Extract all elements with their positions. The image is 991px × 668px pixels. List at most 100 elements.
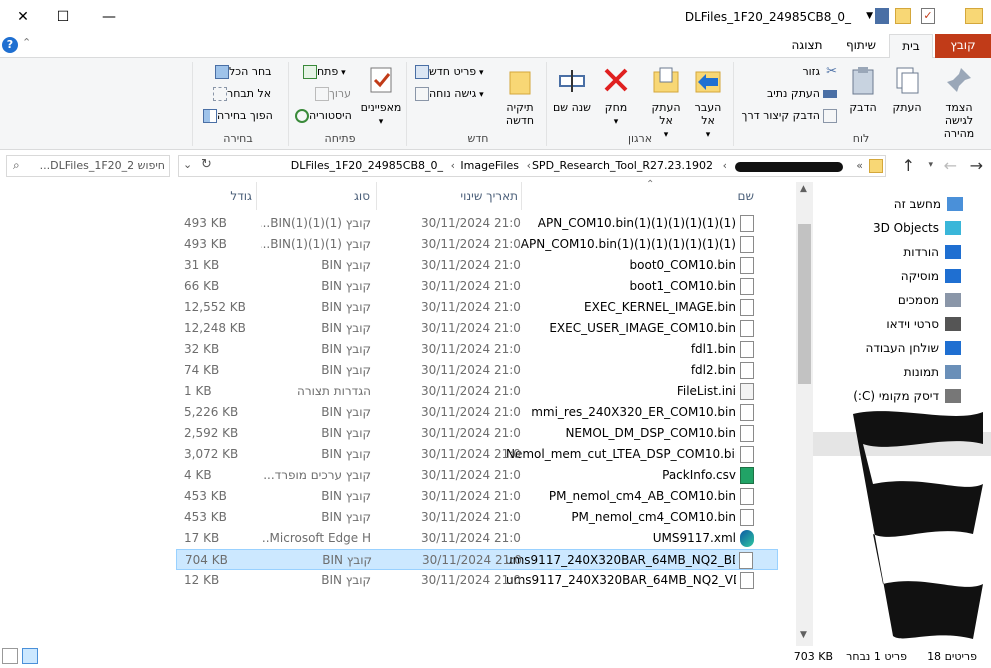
rename-button[interactable]: שנה שם	[552, 64, 592, 114]
copy-to-button[interactable]: העתק אל ▾	[646, 64, 686, 142]
cut-button[interactable]: ✂ גזור	[802, 62, 837, 82]
copy-button[interactable]: העתק	[887, 64, 927, 114]
file-row[interactable]: fdl1.bin 30/11/2024 21:07 קובץ BIN 32 KB	[176, 339, 778, 360]
up-arrow-icon[interactable]: ↑	[902, 156, 915, 175]
column-header-type[interactable]: סוג	[316, 182, 370, 210]
history-button[interactable]: היסטוריה	[292, 106, 352, 126]
new-group-label: חדש	[467, 132, 489, 145]
redaction-scribble	[853, 411, 983, 639]
column-header-size[interactable]: גודל	[206, 182, 252, 210]
scroll-down-icon[interactable]: ▼	[800, 630, 807, 640]
new-folder-button[interactable]: תיקיה חדשה	[498, 64, 542, 127]
file-row[interactable]: ums9117_240X320BAR_64MB_NQ2_VD_S...30/11…	[176, 570, 778, 591]
nav-item[interactable]: מסמכים	[898, 289, 961, 311]
file-date: 30/11/2024 21:07	[421, 384, 521, 398]
copy-path-button[interactable]: העתק נתיב	[767, 84, 837, 104]
navigation-pane: מחשב זה 3D Objects הורדות מוסיקה מסמכים סרטי …	[813, 182, 991, 646]
qat-dropdown-icon[interactable]: ▼	[866, 11, 873, 21]
file-row[interactable]: FileList.ini 30/11/2024 21:07 הגדרות תצורה…	[176, 381, 778, 402]
recent-locations-icon[interactable]: ▾	[928, 160, 933, 170]
explorer-icon	[965, 8, 983, 24]
vertical-scrollbar[interactable]: ▲ ▼	[796, 182, 813, 646]
file-row[interactable]: APN_COM10.bin(1)(1)(1)(1)(1)(1) 30/11/202…	[176, 213, 778, 234]
pin-quick-access-button[interactable]: הצמד לגישה מהירה	[931, 64, 987, 140]
edit-button[interactable]: ערוך	[312, 84, 351, 104]
easy-access-label: גישה נוחה	[429, 87, 477, 100]
file-row[interactable]: PackInfo.csv 30/11/2024 21:07 קובץ ערכים מ…	[176, 465, 778, 486]
address-bar[interactable]: « ‹ SPD_Research_Tool_R27.23.1902 ‹ Imag…	[178, 155, 886, 177]
documents-icon	[945, 293, 961, 307]
file-row[interactable]: PM_nemol_cm4_COM10.bin 30/11/2024 21:07 קו…	[176, 507, 778, 528]
new-item-icon	[415, 65, 429, 79]
ribbon-expand-icon[interactable]: ⌃	[22, 36, 31, 49]
invert-selection-button[interactable]: הפוך בחירה	[200, 106, 273, 126]
refresh-icon[interactable]: ↻	[201, 157, 212, 172]
file-row[interactable]: EXEC_USER_IMAGE_COM10.bin 30/11/2024 21:0…	[176, 318, 778, 339]
file-row[interactable]: Nemol_mem_cut_LTEA_DSP_COM10.bin 30/11/20…	[176, 444, 778, 465]
status-item-count: 18 פריטים	[927, 650, 977, 663]
file-date: 30/11/2024 21:07	[421, 216, 521, 230]
file-type: קובץ BIN	[321, 321, 371, 335]
easy-access-button[interactable]: ▾ גישה נוחה	[412, 84, 484, 104]
tab-share[interactable]: שיתוף	[837, 34, 885, 58]
scroll-thumb[interactable]	[798, 224, 811, 384]
crumb-separator-icon: ‹	[450, 159, 455, 172]
minimize-button[interactable]: —	[86, 0, 132, 34]
new-item-button[interactable]: ▾ פריט חדש	[412, 62, 484, 82]
crumb-imagefiles[interactable]: ImageFiles	[460, 159, 519, 172]
delete-button[interactable]: מחק ▾	[596, 64, 636, 129]
search-box[interactable]: חיפוש DLFiles_1F20_2... ⌕	[6, 155, 170, 177]
file-row[interactable]: NEMOL_DM_DSP_COM10.bin 30/11/2024 21:07 קו…	[176, 423, 778, 444]
scroll-up-icon[interactable]: ▲	[800, 184, 807, 194]
file-row[interactable]: boot0_COM10.bin 30/11/2024 21:07 קובץ BIN 3…	[176, 255, 778, 276]
file-icon	[740, 257, 754, 274]
video-icon	[945, 317, 961, 331]
help-icon[interactable]: ?	[2, 37, 18, 53]
move-to-button[interactable]: העבר אל ▾	[688, 64, 728, 142]
details-view-icon[interactable]	[2, 648, 18, 664]
file-row[interactable]: mmi_res_240X320_ER_COM10.bin 30/11/2024 2…	[176, 402, 778, 423]
large-icons-view-icon[interactable]	[22, 648, 38, 664]
properties-icon[interactable]: ✓	[921, 8, 935, 24]
nav-item[interactable]: מחשב זה	[894, 193, 963, 215]
tab-view[interactable]: תצוגה	[781, 34, 833, 58]
paste-button[interactable]: הדבק	[843, 64, 883, 114]
nav-item[interactable]: הורדות	[903, 241, 961, 263]
back-arrow-icon[interactable]: →	[970, 156, 983, 175]
edit-icon	[315, 87, 329, 101]
tab-file[interactable]: קובץ	[935, 34, 991, 58]
file-date: 30/11/2024 21:07	[421, 573, 521, 587]
select-all-button[interactable]: בחר הכל	[212, 62, 272, 82]
nav-item[interactable]: מוסיקה	[901, 265, 961, 287]
file-icon	[740, 299, 754, 316]
forward-arrow-icon[interactable]: ←	[944, 156, 957, 175]
crumb-spd-tool[interactable]: SPD_Research_Tool_R27.23.1902	[532, 159, 713, 172]
nav-item[interactable]: 3D Objects	[873, 217, 961, 239]
search-placeholder: חיפוש DLFiles_1F20_2...	[39, 159, 165, 172]
file-row[interactable]: APN_COM10.bin(1)(1)(1)(1)(1)(1)(1) 30/11/…	[176, 234, 778, 255]
file-row[interactable]: ums9117_240X320BAR_64MB_NQ2_BD_S...30/11…	[176, 549, 778, 570]
paste-shortcut-button[interactable]: הדבק קיצור דרך	[742, 106, 837, 126]
file-row[interactable]: PM_nemol_cm4_AB_COM10.bin 30/11/2024 21:0…	[176, 486, 778, 507]
select-none-button[interactable]: אל תבחר	[210, 84, 271, 104]
open-button[interactable]: ▾ פתח	[300, 62, 346, 82]
nav-item-label: הורדות	[903, 245, 939, 259]
maximize-button[interactable]: ☐	[40, 0, 86, 34]
overflow-chevron-icon[interactable]: «	[856, 159, 863, 172]
column-header-name[interactable]: שם	[654, 182, 754, 210]
file-row[interactable]: UMS9117.xml 30/11/2024 21:07 Microsoft Edg…	[176, 528, 778, 549]
nav-item[interactable]: שולחן העבודה	[866, 337, 961, 359]
nav-item-label: דיסק מקומי (C:)	[853, 389, 939, 403]
crumb-dlfiles[interactable]: DLFiles_1F20_24985CB8_0_	[291, 159, 443, 172]
column-header-date[interactable]: תאריך שינוי	[426, 182, 518, 210]
tab-home[interactable]: בית	[889, 34, 933, 58]
file-row[interactable]: fdl2.bin 30/11/2024 21:07 קובץ BIN 74 KB	[176, 360, 778, 381]
file-row[interactable]: EXEC_KERNEL_IMAGE.bin 30/11/2024 21:07 קוב…	[176, 297, 778, 318]
drive-icon	[945, 389, 961, 403]
address-dropdown-icon[interactable]: ⌄	[183, 158, 192, 171]
file-row[interactable]: boot1_COM10.bin 30/11/2024 21:07 קובץ BIN 6…	[176, 276, 778, 297]
properties-button[interactable]: מאפיינים ▾	[358, 64, 404, 129]
file-type: קובץ BIN	[321, 258, 371, 272]
nav-item[interactable]: סרטי וידאו	[886, 313, 961, 335]
nav-item[interactable]: תמונות	[904, 361, 961, 383]
